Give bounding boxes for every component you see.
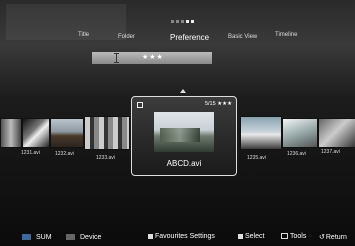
thumbnail-image[interactable] — [84, 116, 130, 150]
select-checkbox[interactable] — [137, 102, 143, 108]
tab-folder[interactable]: Folder — [118, 34, 135, 40]
return-label: Return — [325, 234, 347, 241]
preference-filter-bar[interactable]: ★★★ — [92, 52, 212, 64]
sum-swatch-icon — [22, 234, 31, 241]
source-device[interactable]: Device — [66, 234, 101, 241]
page-dot — [171, 20, 174, 23]
tab-title[interactable]: Title — [78, 32, 89, 38]
sort-tabs: Title Folder Preference Basic View Timel… — [0, 28, 355, 48]
tab-basic-view[interactable]: Basic View — [228, 34, 257, 40]
tab-preference[interactable]: Preference — [170, 33, 209, 42]
select-label: Select — [245, 233, 265, 240]
thumbnail-label: 1235.avi — [247, 155, 266, 161]
preference-filter-value: ★★★ — [142, 54, 164, 61]
thumbnail-label: 1232.avi — [55, 151, 74, 157]
source-device-label: Device — [80, 234, 102, 241]
up-arrow-icon — [180, 89, 186, 93]
focused-media-card[interactable]: 5/15 ★★★ ABCD.avi — [131, 96, 237, 176]
return-icon: ↺ — [319, 234, 325, 241]
enter-key-icon — [238, 233, 243, 239]
page-dot-active — [191, 20, 194, 23]
page-dot — [181, 20, 184, 23]
tools-label: Tools — [290, 233, 307, 240]
page-dot — [176, 20, 179, 23]
page-dot-active — [186, 20, 189, 23]
text-cursor-icon — [114, 53, 119, 63]
thumbnail-image[interactable] — [240, 116, 282, 150]
tab-timeline[interactable]: Timeline — [275, 32, 297, 38]
favourites-settings-label: Favourites Settings — [155, 233, 215, 240]
select-hint[interactable]: Select — [238, 233, 264, 240]
thumbnail-image[interactable] — [0, 118, 22, 148]
thumbnail-label: 1233.avi — [96, 155, 115, 161]
source-sum-label: SUM — [36, 234, 52, 241]
thumbnail-image[interactable] — [22, 118, 50, 148]
thumbnail-label: 1231.avi — [21, 150, 40, 156]
return-hint[interactable]: ↺Return — [319, 233, 347, 241]
favourites-settings-hint[interactable]: Favourites Settings — [148, 233, 215, 240]
item-counter: 5/15 ★★★ — [204, 101, 232, 107]
thumbnail-label: 1237.avi — [321, 149, 340, 155]
device-swatch-icon — [66, 234, 75, 241]
page-indicator — [171, 20, 194, 23]
tools-icon — [281, 233, 288, 240]
media-browser-screen: Title Folder Preference Basic View Timel… — [0, 0, 355, 246]
thumbnail-label: 1236.avi — [287, 151, 306, 157]
thumbnail-image[interactable] — [318, 118, 355, 148]
thumbnail-image[interactable] — [50, 118, 84, 148]
thumbnail-image[interactable] — [282, 118, 318, 148]
color-key-icon — [148, 233, 153, 239]
focused-file-name: ABCD.avi — [166, 159, 202, 168]
bottom-bar: SUM Device Favourites Settings Select To… — [0, 229, 355, 246]
source-sum[interactable]: SUM — [22, 234, 52, 241]
tools-hint[interactable]: Tools — [281, 233, 306, 240]
focused-thumbnail — [154, 112, 214, 152]
